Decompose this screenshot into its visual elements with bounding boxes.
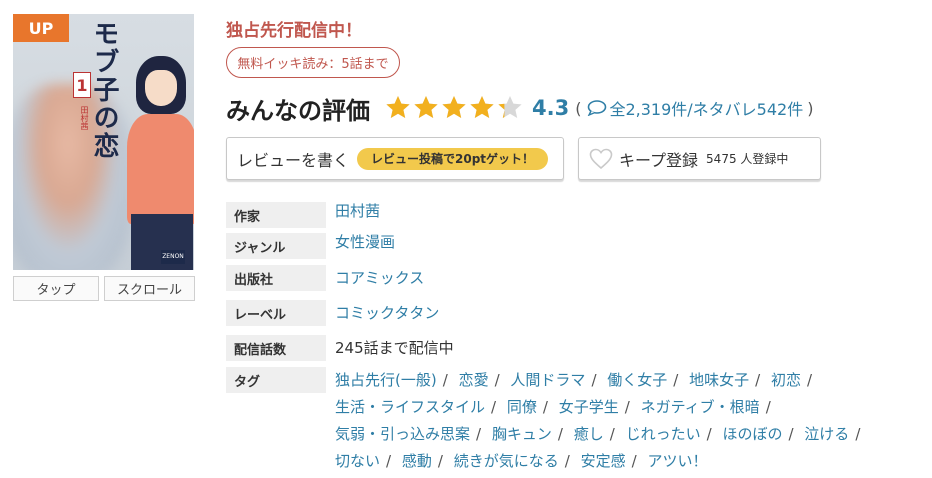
episodes-key: 配信話数	[226, 335, 326, 361]
star-icon	[412, 94, 440, 122]
tag-separator: /	[609, 425, 615, 443]
keep-label: キープ登録	[619, 150, 699, 170]
cover-author: 田村茜	[80, 106, 89, 130]
free-read-badge[interactable]: 無料イッキ読み：5話まで	[226, 47, 400, 78]
tag-separator: /	[765, 398, 771, 416]
label-link[interactable]: コミックタタン	[335, 300, 439, 326]
tag-link[interactable]: じれったい	[626, 425, 701, 443]
speech-bubble-icon	[588, 100, 607, 116]
tag-link[interactable]: 気弱・引っ込み思案	[335, 425, 470, 443]
tag-link[interactable]: 女子学生	[559, 398, 619, 416]
heart-icon	[589, 148, 613, 169]
tag-link[interactable]: 感動	[402, 452, 432, 470]
tag-separator: /	[673, 371, 679, 389]
tag-separator: /	[442, 371, 448, 389]
write-review-label: レビューを書く	[237, 150, 350, 170]
tag-link[interactable]: アツい！	[647, 452, 707, 470]
tag-separator: /	[437, 452, 443, 470]
tag-separator: /	[755, 371, 761, 389]
tag-link[interactable]: 胸キュン	[492, 425, 552, 443]
star-icon	[440, 94, 468, 122]
keep-count: 5475 人登録中	[706, 152, 789, 166]
tag-separator: /	[706, 425, 712, 443]
rating-score: 4.3	[532, 96, 570, 120]
tag-link[interactable]: 安定感	[581, 452, 626, 470]
publisher-link[interactable]: コアミックス	[335, 265, 424, 291]
info-row-label: レーベル コミックタタン	[226, 300, 932, 326]
tag-link[interactable]: 切ない	[335, 452, 380, 470]
episodes-value: 245話まで配信中	[335, 339, 454, 357]
info-table: 作家 田村茜 ジャンル 女性漫画 出版社 コアミックス レーベル コミックタタン…	[226, 202, 932, 475]
tag-separator: /	[557, 425, 563, 443]
tag-separator: /	[855, 425, 861, 443]
up-badge: UP	[13, 14, 69, 42]
cover-publisher-logo: ZENON	[161, 250, 185, 264]
open-paren: (	[575, 98, 582, 118]
tag-separator: /	[564, 452, 570, 470]
tag-separator: /	[476, 425, 482, 443]
tag-link[interactable]: 人間ドラマ	[510, 371, 585, 389]
write-review-button[interactable]: レビューを書く レビュー投稿で20ptゲット！	[226, 137, 564, 180]
rating-counts-text: 全2,319件/ネタバレ542件	[609, 100, 804, 119]
tag-separator: /	[491, 398, 497, 416]
review-bonus-badge: レビュー投稿で20ptゲット！	[357, 147, 549, 170]
tags-key: タグ	[226, 367, 326, 393]
cover-girl-body	[127, 114, 194, 224]
genre-key: ジャンル	[226, 233, 326, 259]
star-icon	[468, 94, 496, 122]
tag-link[interactable]: 独占先行(一般)	[335, 371, 437, 389]
cover-girl-face	[145, 70, 177, 106]
tag-separator: /	[494, 371, 500, 389]
genre-link[interactable]: 女性漫画	[335, 231, 395, 253]
close-paren: )	[807, 98, 814, 118]
keep-button[interactable]: キープ登録 5475 人登録中	[578, 137, 821, 180]
tag-link[interactable]: 泣ける	[804, 425, 849, 443]
tag-list: 独占先行(一般) / 恋愛 / 人間ドラマ / 働く女子 / 地味女子 / 初恋 / 生活・…	[335, 367, 925, 475]
cover-title: モブ子の恋	[89, 20, 119, 160]
info-row-author: 作家 田村茜	[226, 202, 932, 228]
exclusive-label: 独占先行配信中！	[226, 21, 362, 41]
star-icon	[384, 94, 412, 122]
rating-stars	[384, 94, 524, 122]
tag-separator: /	[788, 425, 794, 443]
tag-link[interactable]: 癒し	[574, 425, 604, 443]
tag-link[interactable]: ネガティブ・根暗	[641, 398, 760, 416]
author-link[interactable]: 田村茜	[335, 200, 380, 222]
tag-separator: /	[631, 452, 637, 470]
star-icon	[496, 94, 524, 122]
tag-separator: /	[386, 452, 392, 470]
info-row-publisher: 出版社 コアミックス	[226, 265, 932, 291]
publisher-key: 出版社	[226, 265, 326, 291]
info-row-genre: ジャンル 女性漫画	[226, 233, 932, 259]
tag-separator: /	[542, 398, 548, 416]
rating-counts-link[interactable]: ( 全2,319件/ネタバレ542件 )	[575, 96, 813, 120]
label-key: レーベル	[226, 300, 326, 326]
tap-view-button[interactable]: タップ	[13, 276, 99, 301]
scroll-view-button[interactable]: スクロール	[104, 276, 195, 301]
tag-link[interactable]: 初恋	[771, 371, 801, 389]
tag-link[interactable]: ほのぼの	[722, 425, 782, 443]
rating-title: みんなの評価	[226, 96, 370, 125]
rating-row: みんなの評価 4.3 ( 全2,319件/ネタバレ542件 )	[226, 88, 813, 128]
author-key: 作家	[226, 202, 326, 228]
tag-link[interactable]: 恋愛	[459, 371, 489, 389]
tag-link[interactable]: 働く女子	[607, 371, 667, 389]
cover-volume: 1	[73, 72, 91, 98]
tag-separator: /	[624, 398, 630, 416]
comic-cover[interactable]: モブ子の恋 1 田村茜 ZENON UP	[13, 14, 194, 270]
tag-link[interactable]: 同僚	[507, 398, 537, 416]
tag-link[interactable]: 地味女子	[689, 371, 749, 389]
info-row-tags: タグ 独占先行(一般) / 恋愛 / 人間ドラマ / 働く女子 / 地味女子 / 初恋 / …	[226, 367, 932, 475]
info-row-episodes: 配信話数 245話まで配信中	[226, 335, 932, 361]
tag-link[interactable]: 生活・ライフスタイル	[335, 398, 485, 416]
tag-separator: /	[591, 371, 597, 389]
tag-separator: /	[807, 371, 813, 389]
tag-link[interactable]: 続きが気になる	[454, 452, 559, 470]
